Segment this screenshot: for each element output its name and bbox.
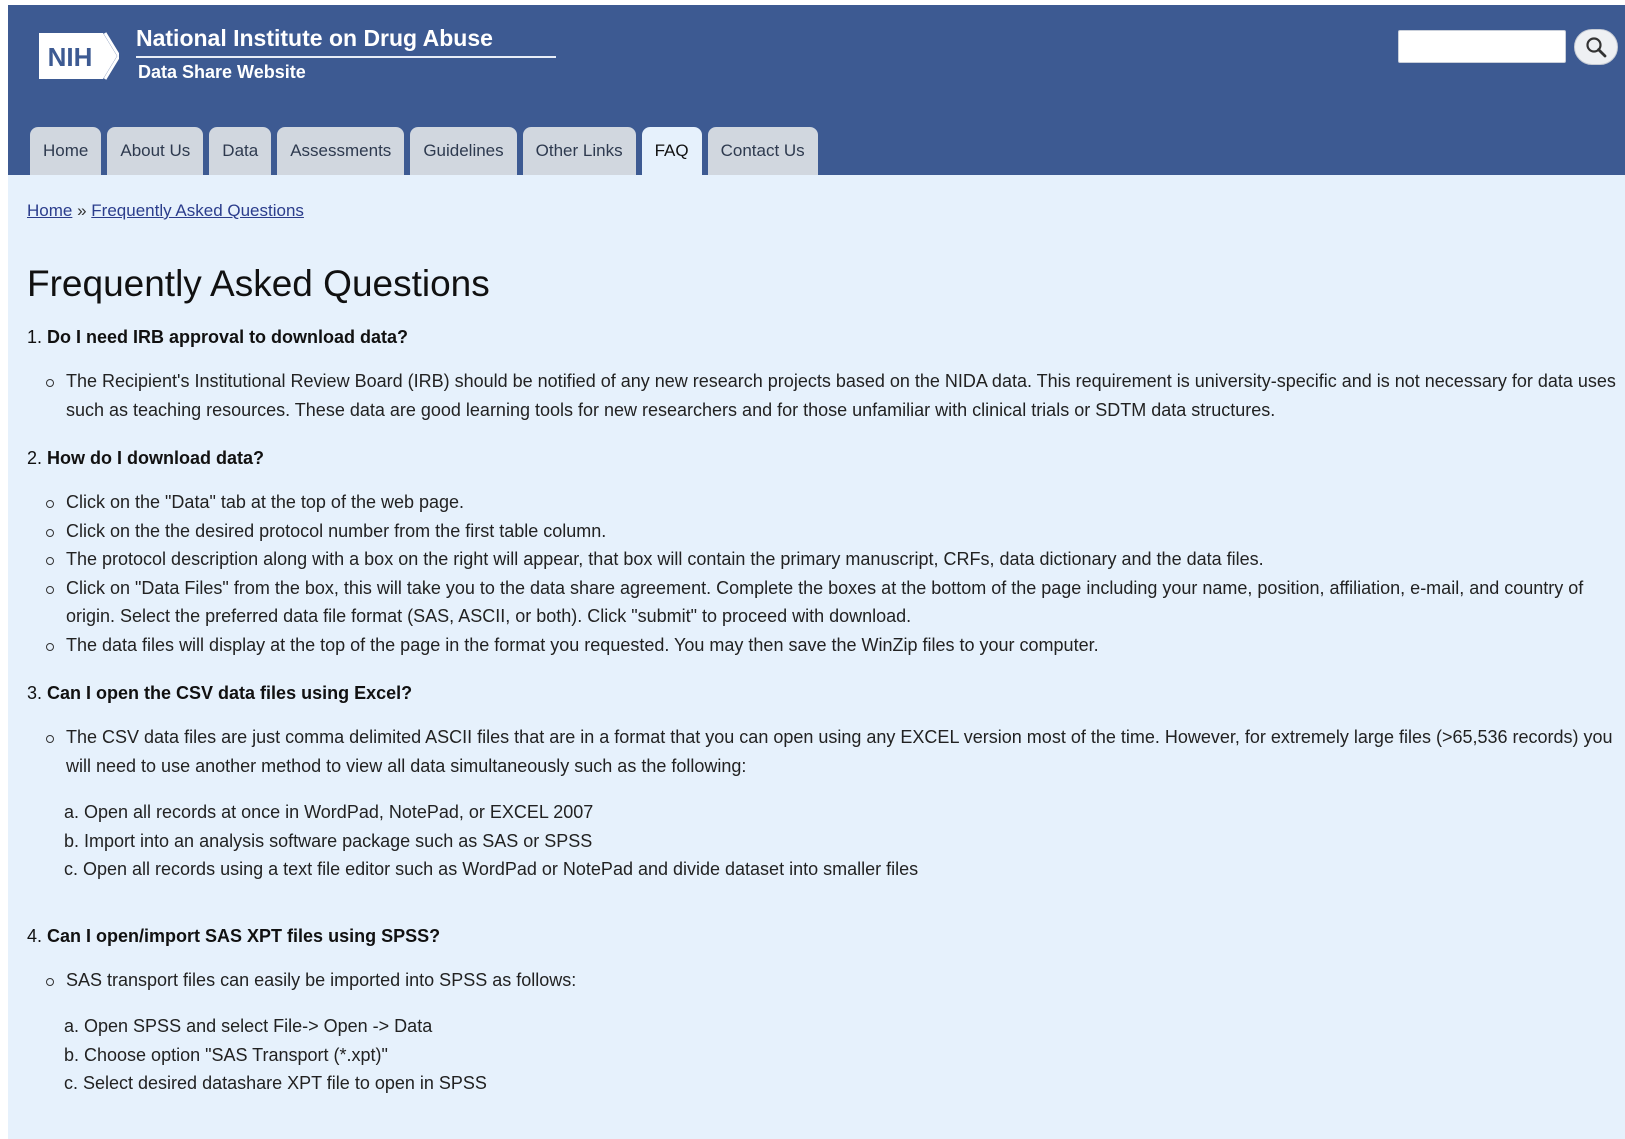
search-input[interactable] bbox=[1398, 30, 1566, 63]
tab-about-us[interactable]: About Us bbox=[107, 127, 204, 175]
list-item: The CSV data files are just comma delimi… bbox=[27, 723, 1617, 780]
answer-list: SAS transport files can easily be import… bbox=[27, 966, 1617, 995]
breadcrumb-separator: » bbox=[77, 201, 87, 220]
page-title: Frequently Asked Questions bbox=[27, 263, 490, 304]
faq-question-2: 2. How do I download data? bbox=[27, 446, 1617, 470]
question-text: Can I open the CSV data files using Exce… bbox=[47, 683, 413, 703]
list-item: The data files will display at the top o… bbox=[27, 631, 1617, 660]
faq-question-4: 4. Can I open/import SAS XPT files using… bbox=[27, 924, 1617, 948]
list-item: Click on the the desired protocol number… bbox=[27, 517, 1617, 546]
site-title[interactable]: National Institute on Drug Abuse bbox=[136, 25, 556, 58]
list-item: SAS transport files can easily be import… bbox=[27, 966, 1617, 995]
main-nav-tabs: Home About Us Data Assessments Guideline… bbox=[30, 127, 818, 175]
site-header: NIH National Institute on Drug Abuse Dat… bbox=[8, 5, 1625, 175]
question-text: Do I need IRB approval to download data? bbox=[47, 327, 409, 347]
sub-list: a. Open SPSS and select File-> Open -> D… bbox=[64, 1012, 1617, 1098]
question-number: 4. bbox=[27, 925, 43, 946]
answer-list: The CSV data files are just comma delimi… bbox=[27, 723, 1617, 780]
question-number: 3. bbox=[27, 683, 43, 703]
sub-item: c. Open all records using a text file ed… bbox=[64, 859, 919, 879]
sub-list: a. Open all records at once in WordPad, … bbox=[64, 798, 1617, 884]
sub-item: b. Import into an analysis software pack… bbox=[64, 830, 593, 851]
sub-item: a. Open SPSS and select File-> Open -> D… bbox=[64, 1016, 433, 1036]
tab-home[interactable]: Home bbox=[30, 127, 102, 175]
list-item: The Recipient's Institutional Review Boa… bbox=[27, 367, 1617, 424]
sub-item: c. Select desired datashare XPT file to … bbox=[64, 1073, 487, 1093]
list-item: Click on "Data Files" from the box, this… bbox=[27, 574, 1617, 631]
sub-item: a. Open all records at once in WordPad, … bbox=[64, 802, 594, 822]
faq-question-1: 1. Do I need IRB approval to download da… bbox=[27, 325, 1617, 349]
nih-logo[interactable]: NIH bbox=[39, 31, 121, 81]
answer-list: The Recipient's Institutional Review Boa… bbox=[27, 367, 1617, 424]
main-content: Frequently Asked Questions 1. Do I need … bbox=[27, 261, 1617, 1098]
breadcrumb-current-link[interactable]: Frequently Asked Questions bbox=[91, 201, 304, 220]
faq-question-3: 3. Can I open the CSV data files using E… bbox=[27, 681, 1617, 705]
site-subtitle: Data Share Website bbox=[138, 62, 306, 82]
breadcrumb: Home » Frequently Asked Questions bbox=[27, 201, 304, 221]
tab-contact-us[interactable]: Contact Us bbox=[707, 127, 818, 175]
search-icon bbox=[1586, 37, 1607, 58]
question-text: Can I open/import SAS XPT files using SP… bbox=[47, 925, 441, 946]
answer-list: Click on the "Data" tab at the top of th… bbox=[27, 488, 1617, 659]
tab-data[interactable]: Data bbox=[209, 127, 272, 175]
tab-assessments[interactable]: Assessments bbox=[277, 127, 405, 175]
logo-text: NIH bbox=[48, 42, 93, 72]
tab-faq[interactable]: FAQ bbox=[641, 127, 702, 175]
breadcrumb-home-link[interactable]: Home bbox=[27, 201, 72, 220]
question-number: 1. bbox=[27, 327, 43, 347]
list-item: The protocol description along with a bo… bbox=[27, 545, 1617, 574]
question-number: 2. bbox=[27, 448, 43, 468]
tab-other-links[interactable]: Other Links bbox=[522, 127, 636, 175]
search-button[interactable] bbox=[1574, 29, 1618, 65]
question-text: How do I download data? bbox=[47, 448, 265, 468]
list-item: Click on the "Data" tab at the top of th… bbox=[27, 488, 1617, 517]
sub-item: b. Choose option "SAS Transport (*.xpt)" bbox=[64, 1044, 388, 1065]
page: NIH National Institute on Drug Abuse Dat… bbox=[8, 5, 1625, 1139]
tab-guidelines[interactable]: Guidelines bbox=[410, 127, 517, 175]
